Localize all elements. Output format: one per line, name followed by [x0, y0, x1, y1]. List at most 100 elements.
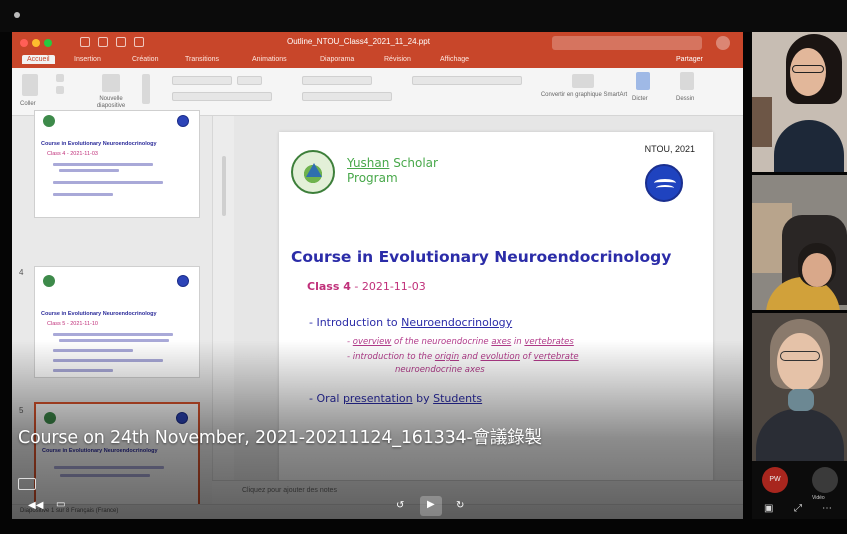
slide-thumbnail-4[interactable]: Course in Evolutionary Neuroendocrinolog…	[34, 266, 200, 378]
ntou-logo-icon	[645, 164, 683, 202]
minimize-window-icon[interactable]	[32, 39, 40, 47]
thumbnail-text-line	[54, 466, 164, 469]
bullet-oral-link: Students	[433, 392, 483, 405]
layout-icon[interactable]	[142, 74, 150, 104]
sub-text: in	[511, 337, 525, 347]
window-controls	[20, 39, 52, 47]
slide-title: Course in Evolutionary Neuroendocrinolog…	[291, 248, 672, 266]
redo-icon[interactable]	[134, 37, 144, 47]
cut-icon[interactable]	[56, 74, 64, 82]
tab-affichage[interactable]: Affichage	[440, 56, 469, 63]
rewind-icon[interactable]: ↺	[396, 500, 404, 511]
format-buttons[interactable]	[172, 92, 272, 101]
participant-face	[802, 253, 832, 287]
home-icon[interactable]	[80, 37, 90, 47]
notes-placeholder: Cliquez pour ajouter des notes	[242, 487, 337, 494]
forward-icon[interactable]: ↻	[456, 500, 464, 511]
tab-transitions[interactable]: Transitions	[185, 56, 219, 63]
new-slide-label: Nouvelle diapositive	[96, 96, 126, 109]
thumbnail-scrollbar[interactable]	[222, 156, 226, 216]
thumbnail-text-line	[53, 349, 133, 352]
share-button[interactable]: Partager	[676, 56, 703, 63]
thumbnail-text-line	[60, 474, 150, 477]
tab-diaporama[interactable]: Diaporama	[320, 56, 354, 63]
yushan-logo-icon	[43, 275, 55, 287]
dictate-icon[interactable]	[636, 72, 650, 90]
new-slide-icon[interactable]	[102, 74, 120, 92]
thumbnail-text-line	[53, 359, 163, 362]
thumbnail-text-line	[53, 193, 113, 196]
yushan-logo-icon	[43, 115, 55, 127]
class-line: Class 4 - 2021-11-03	[307, 280, 426, 293]
yushan-program-label: Yushan Scholar Program	[347, 156, 438, 186]
design-icon[interactable]	[680, 72, 694, 90]
zoom-window-icon[interactable]	[44, 39, 52, 47]
sub-link: vertebrates	[524, 337, 574, 347]
sub-text: of	[519, 352, 534, 362]
sub-link: axes	[491, 337, 512, 347]
participant-badge-label: Vidéo	[812, 495, 825, 501]
volume-icon[interactable]: ◀◀	[28, 500, 43, 511]
play-icon[interactable]: ▶	[427, 499, 435, 510]
font-name-select[interactable]	[172, 76, 232, 85]
sub-link: evolution	[480, 352, 520, 362]
player-top-bar	[0, 0, 847, 32]
class-date: - 2021-11-03	[350, 280, 426, 293]
fullscreen-icon[interactable]: ⤢	[794, 503, 802, 514]
font-size-select[interactable]	[237, 76, 262, 85]
thumbnail-text-line	[53, 333, 173, 336]
more-options-icon[interactable]: ⋯	[822, 503, 832, 514]
participant-face	[777, 333, 823, 391]
participant-video-1[interactable]	[752, 32, 847, 172]
convert-smartart-label: Convertir en graphique SmartArt	[540, 92, 628, 98]
ribbon: Coller Nouvelle diapositive Convertir en…	[12, 68, 743, 116]
thumbnail-text-line	[59, 339, 169, 342]
undo-icon[interactable]	[116, 37, 126, 47]
sub-bullet-origin: - introduction to the origin and evoluti…	[347, 352, 579, 362]
participant-video-3[interactable]	[752, 313, 847, 461]
thumbnail-title: Course in Evolutionary Neuroendocrinolog…	[41, 141, 157, 147]
back-icon[interactable]	[14, 12, 20, 18]
arrange-buttons[interactable]	[412, 76, 522, 85]
participant-badge-pw[interactable]: PW	[762, 467, 788, 493]
participant-body	[774, 120, 844, 172]
notes-pane[interactable]: Cliquez pour ajouter des notes	[212, 480, 743, 504]
participant-video-2[interactable]	[752, 175, 847, 310]
participant-badge-video-icon[interactable]	[812, 467, 838, 493]
document-title: Outline_NTOU_Class4_2021_11_24.ppt	[287, 37, 430, 46]
slide-number: 4	[19, 268, 24, 277]
thumbnail-text-line	[53, 181, 163, 184]
yushan-word: Yushan	[347, 156, 390, 170]
tab-creation[interactable]: Création	[132, 56, 158, 63]
subtitle-icon[interactable]	[18, 478, 36, 490]
align-buttons[interactable]	[302, 92, 392, 101]
list-buttons[interactable]	[302, 76, 372, 85]
tab-revision[interactable]: Révision	[384, 56, 411, 63]
scholar-word: Scholar	[389, 156, 438, 170]
search-input[interactable]	[552, 36, 702, 50]
thumbnail-text-line	[53, 163, 153, 166]
thumbnail-text-line	[59, 169, 119, 172]
slide-thumbnails-pane: Course in Evolutionary Neuroendocrinolog…	[12, 110, 212, 519]
sub-link: vertebrate	[533, 352, 579, 362]
slide-thumbnail-3[interactable]: Course in Evolutionary Neuroendocrinolog…	[34, 110, 200, 218]
copy-icon[interactable]	[56, 86, 64, 94]
pane-splitter[interactable]	[212, 116, 234, 519]
bullet-intro: - Introduction to Neuroendocrinology	[309, 316, 512, 329]
save-icon[interactable]	[98, 37, 108, 47]
user-avatar-icon[interactable]	[716, 36, 730, 50]
close-window-icon[interactable]	[20, 39, 28, 47]
thumbnail-text-line	[53, 369, 113, 372]
glasses-icon	[792, 65, 824, 73]
tab-accueil[interactable]: Accueil	[22, 55, 55, 64]
tab-animations[interactable]: Animations	[252, 56, 287, 63]
ntou-logo-icon	[177, 275, 189, 287]
tab-insertion[interactable]: Insertion	[74, 56, 101, 63]
layout-icon[interactable]: ▣	[764, 503, 773, 514]
smartart-icon[interactable]	[572, 74, 594, 88]
paste-icon[interactable]	[22, 74, 38, 96]
ribbon-tabs: Accueil Insertion Création Transitions A…	[12, 54, 743, 68]
chat-icon[interactable]: ▭	[56, 499, 65, 510]
bullet-oral-link: presentation	[342, 392, 413, 405]
yushan-logo-icon	[291, 150, 335, 194]
